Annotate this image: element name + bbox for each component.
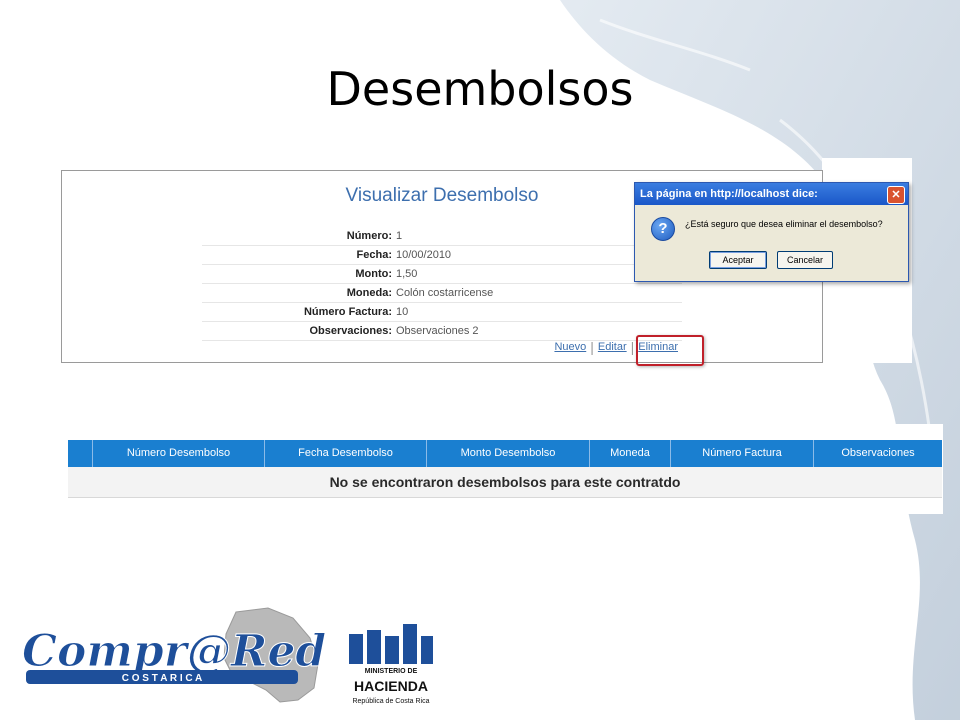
table-header-blank [68, 440, 93, 467]
field-value: 10 [396, 306, 409, 318]
field-row: Monto: 1,50 [202, 265, 682, 284]
field-row: Número Factura: 10 [202, 303, 682, 322]
field-value: Observaciones 2 [396, 325, 479, 337]
cancelar-button[interactable]: Cancelar [777, 251, 833, 269]
hacienda-line1: MINISTERIO DE [364, 668, 418, 675]
field-row: Moneda: Colón costarricense [202, 284, 682, 303]
field-value: 10/00/2010 [396, 249, 452, 261]
hacienda-line2: HACIENDA [354, 678, 428, 694]
editar-link[interactable]: Editar [594, 341, 631, 353]
field-label: Fecha: [356, 249, 392, 261]
desembolsos-table-panel: Número Desembolso Fecha Desembolso Monto… [68, 424, 943, 508]
confirm-dialog: La página en http://localhost dice: ✕ ? … [634, 182, 909, 282]
column-header[interactable]: Moneda [590, 440, 671, 467]
comprared-logo-text: Compr@Red [22, 626, 326, 677]
dialog-title: La página en http://localhost dice: [640, 188, 818, 200]
column-header[interactable]: Fecha Desembolso [265, 440, 427, 467]
empty-table-message: No se encontraron desembolsos para este … [68, 467, 942, 498]
eliminar-highlight-box [636, 335, 704, 366]
field-value: 1 [396, 230, 403, 242]
comprared-logo: Compr@Red C O S T A R I C A [22, 607, 327, 703]
dialog-message: ¿Está seguro que desea eliminar el desem… [685, 219, 883, 229]
aceptar-button[interactable]: Aceptar [709, 251, 767, 269]
field-label: Número Factura: [303, 306, 392, 318]
close-icon[interactable]: ✕ [887, 186, 905, 204]
nuevo-link[interactable]: Nuevo [550, 341, 590, 353]
field-label: Moneda: [346, 287, 392, 299]
detail-fields: Número: 1 Fecha: 10/00/2010 Monto: 1,50 … [202, 227, 682, 341]
field-row: Fecha: 10/00/2010 [202, 246, 682, 265]
field-row: Número: 1 [202, 227, 682, 246]
field-value: Colón costarricense [396, 287, 494, 299]
comprared-logo-subtext: C O S T A R I C A [122, 673, 203, 684]
column-header[interactable]: Monto Desembolso [427, 440, 590, 467]
dialog-titlebar: La página en http://localhost dice: ✕ [635, 183, 908, 205]
column-header[interactable]: Número Desembolso [93, 440, 265, 467]
mh-logo-icon [349, 624, 433, 664]
hacienda-logo: MINISTERIO DE HACIENDA República de Cost… [345, 620, 437, 714]
slide-title: Desembolsos [326, 62, 634, 116]
hacienda-line3: República de Costa Rica [352, 698, 430, 705]
question-icon: ? [651, 217, 675, 241]
field-label: Número: [346, 230, 392, 242]
field-value: 1,50 [396, 268, 418, 280]
field-label: Observaciones: [309, 325, 392, 337]
column-header[interactable]: Número Factura [671, 440, 814, 467]
field-label: Monto: [355, 268, 392, 280]
column-header[interactable]: Observaciones [814, 440, 942, 467]
table-header: Número Desembolso Fecha Desembolso Monto… [68, 440, 942, 467]
